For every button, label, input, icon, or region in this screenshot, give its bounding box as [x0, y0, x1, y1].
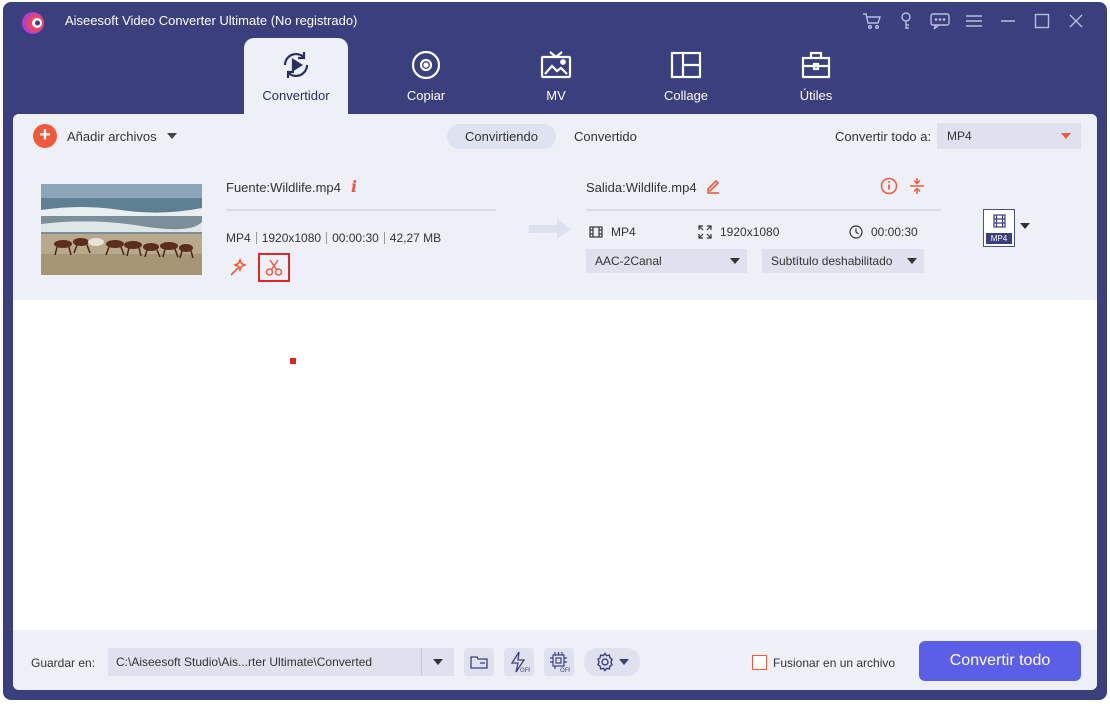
divider [421, 648, 422, 676]
maximize-icon[interactable] [1025, 10, 1059, 32]
gear-icon [597, 652, 613, 672]
chevron-down-icon[interactable] [166, 133, 177, 139]
source-size: 42,27 MB [383, 232, 446, 244]
audio-track-value: AAC-2Canal [595, 254, 662, 268]
tab-copiar[interactable]: Copiar [374, 38, 478, 114]
footer-bar: Guardar en: C:\Aiseesoft Studio\Ais...rt… [13, 630, 1097, 690]
key-icon[interactable] [889, 10, 923, 32]
status-segmented-control: Convirtiendo Convertido [447, 124, 655, 149]
settings-button[interactable] [584, 648, 640, 676]
format-select-value: MP4 [947, 129, 972, 143]
divider [586, 209, 941, 211]
audio-track-select[interactable]: AAC-2Canal [586, 249, 747, 273]
chevron-down-icon [1061, 133, 1071, 139]
app-title: Aiseesoft Video Converter Ultimate (No r… [65, 13, 358, 28]
arrow-right-icon [529, 217, 573, 244]
output-filename: Salida:Wildlife.mp4 [586, 180, 697, 195]
feedback-icon[interactable] [923, 10, 957, 32]
source-format: MP4 [226, 231, 251, 245]
folder-icon [470, 656, 488, 669]
close-icon[interactable] [1059, 10, 1093, 32]
tab-label: MV [546, 88, 566, 103]
subtitle-value: Subtítulo deshabilitado [771, 254, 893, 268]
convert-all-format-select[interactable]: MP4 [937, 123, 1081, 149]
main-tabs: Convertidor Copiar MV Collage Útiles [244, 38, 894, 114]
film-icon [589, 226, 603, 238]
source-duration: 00:00:30 [326, 232, 384, 244]
merge-label: Fusionar en un archivo [773, 655, 896, 670]
plus-icon: + [33, 124, 57, 148]
title-bar: Aiseesoft Video Converter Ultimate (No r… [3, 2, 1107, 38]
output-info-icon[interactable] [880, 177, 898, 198]
subtitle-select[interactable]: Subtítulo deshabilitado [762, 249, 924, 273]
tab-label: Útiles [799, 88, 833, 103]
chevron-down-icon [730, 258, 740, 264]
output-duration: 00:00:30 [871, 225, 918, 239]
collage-icon [669, 48, 703, 82]
cpu-off-icon: OFF [550, 652, 570, 673]
segment-converted[interactable]: Convertido [556, 124, 655, 149]
disc-icon [409, 48, 443, 82]
video-thumbnail[interactable] [41, 184, 202, 275]
lightning-off-icon: OFF [510, 651, 530, 673]
converter-toolbar: + Añadir archivos Convirtiendo Convertid… [13, 114, 1097, 157]
convert-all-to-label: Convertir todo a: [835, 129, 932, 144]
merge-checkbox[interactable]: Fusionar en un archivo [752, 655, 895, 670]
hardware-accel-off-button[interactable]: OFF [504, 648, 534, 676]
tab-mv[interactable]: MV [504, 38, 608, 114]
save-path-select[interactable]: C:\Aiseesoft Studio\Ais...rter Ultimate\… [108, 648, 454, 676]
compress-icon[interactable] [908, 177, 926, 198]
tab-label: Copiar [406, 88, 446, 103]
segment-converting[interactable]: Convirtiendo [447, 124, 556, 149]
tab-label: Convertidor [262, 88, 330, 103]
tab-utiles[interactable]: Útiles [764, 38, 868, 114]
save-to-label: Guardar en: [31, 656, 96, 670]
tab-convertidor[interactable]: Convertidor [244, 38, 348, 114]
svg-text:OFF: OFF [520, 667, 530, 673]
converter-panel: + Añadir archivos Convirtiendo Convertid… [13, 114, 1097, 690]
open-folder-button[interactable] [464, 648, 494, 676]
film-icon [993, 214, 1006, 228]
edit-icon[interactable] [705, 178, 721, 197]
chevron-down-icon [907, 258, 917, 264]
svg-text:OFF: OFF [560, 667, 570, 673]
cart-icon[interactable] [855, 10, 889, 32]
tab-collage[interactable]: Collage [634, 38, 738, 114]
output-resolution: 1920x1080 [720, 225, 780, 239]
source-metadata: MP4 1920x1080 00:00:30 42,27 MB [226, 232, 446, 244]
app-window: Aiseesoft Video Converter Ultimate (No r… [3, 2, 1107, 700]
enhance-icon[interactable] [226, 256, 250, 280]
cursor-marker [290, 358, 296, 364]
resolution-icon [698, 225, 712, 239]
chevron-down-icon[interactable] [1020, 223, 1030, 229]
clock-icon [849, 225, 863, 239]
save-path-value: C:\Aiseesoft Studio\Ais...rter Ultimate\… [116, 655, 373, 669]
mv-icon [539, 48, 573, 82]
divider [226, 209, 496, 211]
checkbox-box[interactable] [752, 655, 767, 670]
source-resolution: 1920x1080 [255, 232, 326, 244]
cut-button[interactable] [258, 253, 290, 282]
source-filename: Fuente:Wildlife.mp4 [226, 180, 341, 195]
toolbox-icon [799, 48, 833, 82]
convert-icon [279, 48, 313, 82]
source-tools [226, 253, 290, 282]
source-info-icon[interactable]: i [351, 177, 357, 196]
minimize-icon[interactable] [991, 10, 1025, 32]
convert-all-button[interactable]: Convertir todo [919, 641, 1081, 681]
menu-icon[interactable] [957, 10, 991, 32]
gpu-accel-off-button[interactable]: OFF [544, 648, 574, 676]
add-files-label: Añadir archivos [67, 128, 157, 144]
chevron-down-icon [433, 659, 443, 665]
file-item: Fuente:Wildlife.mp4 i MP4 1920x1080 00:0… [13, 157, 1097, 300]
chevron-down-icon [619, 659, 629, 665]
output-format: MP4 [611, 225, 636, 239]
add-files-button[interactable]: + Añadir archivos [33, 124, 177, 148]
format-badge-label: MP4 [986, 233, 1012, 244]
tab-label: Collage [663, 88, 709, 103]
scissors-icon [265, 259, 283, 276]
output-format-badge[interactable]: MP4 [983, 209, 1015, 247]
app-logo-icon [19, 10, 49, 36]
